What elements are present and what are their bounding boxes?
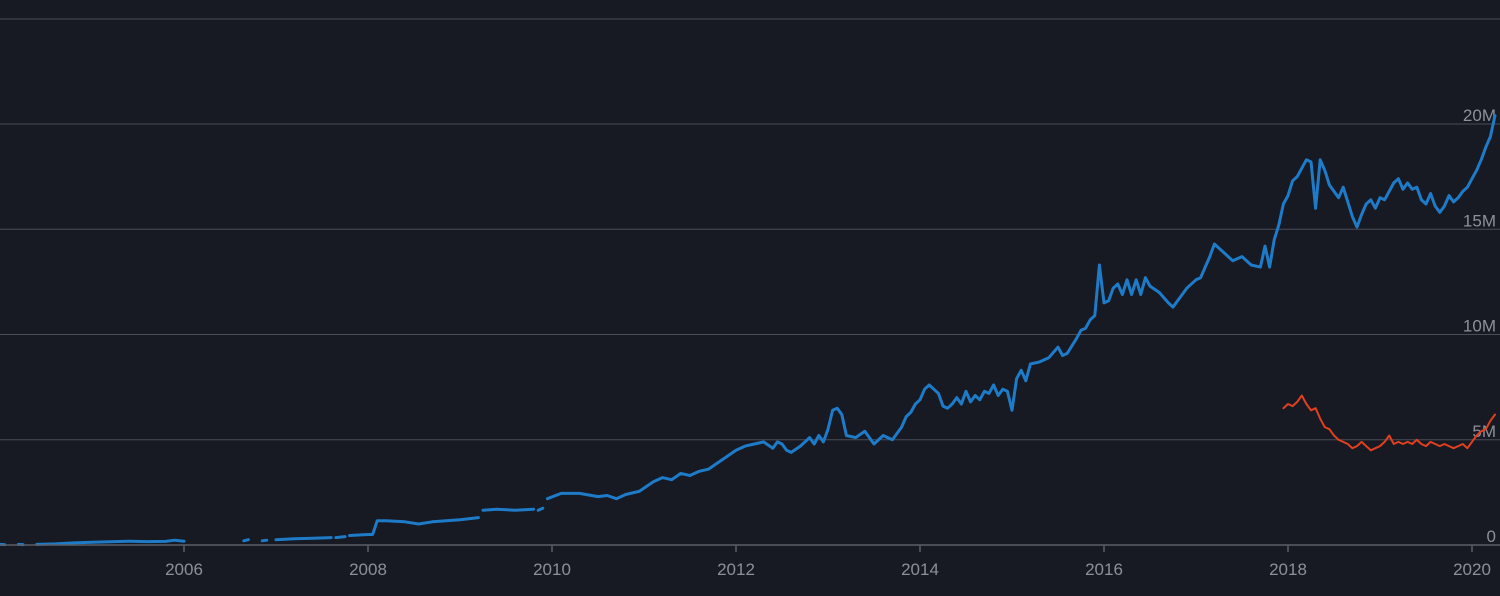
x-tick-label: 2018 bbox=[1269, 560, 1307, 579]
y-tick-label: 15M bbox=[1463, 211, 1496, 230]
series-1-line bbox=[274, 536, 333, 542]
line-chart: 05M10M15M20M 2006 2008 2010 2012 2014 2016 201… bbox=[0, 0, 1500, 596]
series-1-line bbox=[334, 535, 347, 540]
x-tick-label: 2020 bbox=[1453, 560, 1491, 579]
x-tick-label: 2012 bbox=[717, 560, 755, 579]
series-1-line bbox=[481, 507, 536, 512]
x-tick-label: 2008 bbox=[349, 560, 387, 579]
x-tick-label: 2016 bbox=[1085, 560, 1123, 579]
chart-background bbox=[0, 0, 1500, 596]
x-tick-label: 2014 bbox=[901, 560, 939, 579]
x-tick-label: 2010 bbox=[533, 560, 571, 579]
y-tick-label: 0 bbox=[1487, 527, 1496, 546]
series-1-line bbox=[260, 538, 269, 543]
x-tick-label: 2006 bbox=[165, 560, 203, 579]
series-1-line bbox=[536, 506, 545, 512]
series-1-line bbox=[242, 538, 250, 543]
y-tick-label: 20M bbox=[1463, 106, 1496, 125]
y-tick-label: 10M bbox=[1463, 317, 1496, 336]
